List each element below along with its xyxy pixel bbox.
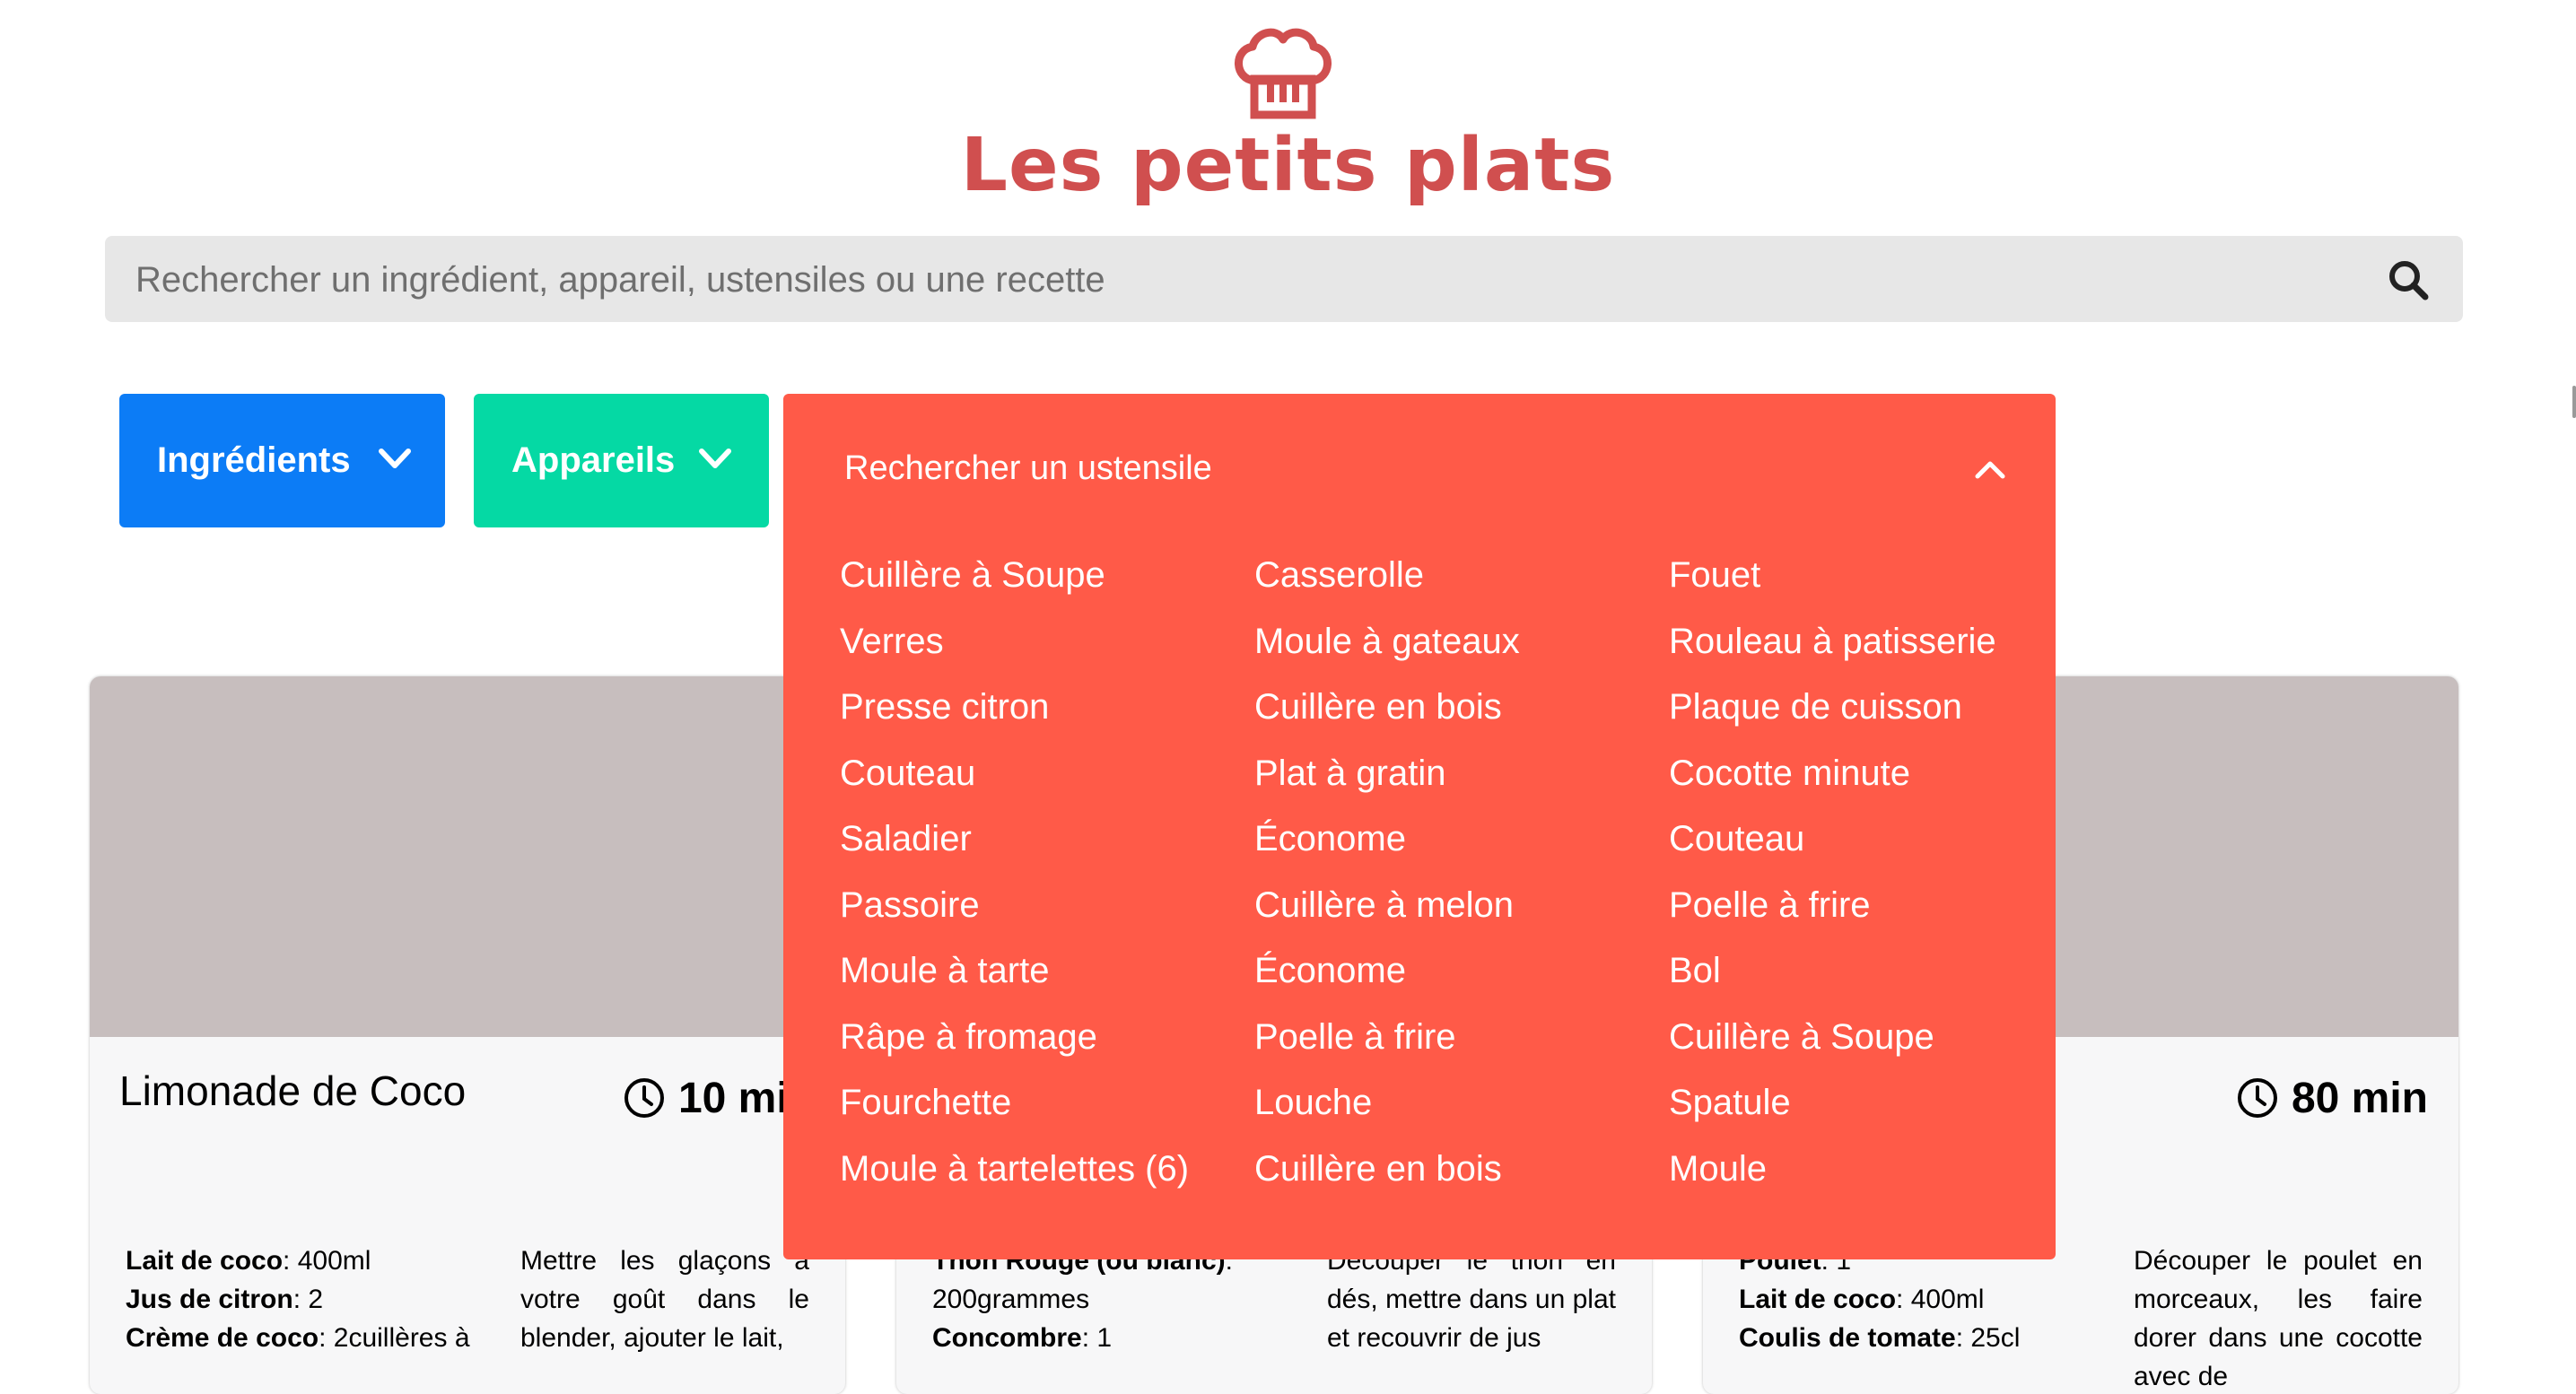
- ustensile-item[interactable]: Bol: [1669, 944, 2064, 1010]
- ustensile-item[interactable]: Passoire: [840, 878, 1235, 945]
- chef-hat-icon: [1235, 28, 1332, 119]
- recipe-ingredients: Lait de coco: 400ml Jus de citron: 2 Crè…: [126, 1242, 476, 1357]
- search-input[interactable]: [134, 236, 2362, 324]
- ustensile-item[interactable]: Moule: [1669, 1142, 2064, 1208]
- recipe-description: Mettre les glaçons à votre goût dans le …: [520, 1246, 809, 1353]
- ingredient-line: Jus de citron: 2: [126, 1285, 324, 1314]
- ustensile-item[interactable]: Cuillère en bois: [1254, 1142, 1649, 1208]
- search-bar: [105, 236, 2463, 324]
- ustensile-item[interactable]: Rouleau à patisserie: [1669, 614, 2064, 681]
- ingredient-line: Concombre: 1: [932, 1323, 1113, 1353]
- scrollbar-marker[interactable]: [2572, 386, 2576, 418]
- ingredient-line: Coulis de tomate: 25cl: [1739, 1323, 2021, 1353]
- ustensile-column: Casserolle Moule à gateaux Cuillère en b…: [1254, 548, 1649, 1207]
- ustensile-search-input[interactable]: [843, 440, 1833, 496]
- recipe-image: [90, 676, 845, 1037]
- ustensile-item[interactable]: Verres: [840, 614, 1235, 681]
- recipe-card[interactable]: Limonade de Coco 10 min Lait de coco: 40…: [90, 676, 845, 1394]
- recipe-title: Limonade de Coco: [119, 1067, 467, 1114]
- ingredient-line: Lait de coco: 400ml: [126, 1246, 371, 1276]
- appareils-filter-label: Appareils: [511, 440, 676, 480]
- ustensile-item[interactable]: Couteau: [840, 746, 1235, 813]
- ingredients-filter-label: Ingrédients: [157, 440, 351, 480]
- ustensile-item[interactable]: Plat à gratin: [1254, 746, 1649, 813]
- ingredient-line: Lait de coco: 400ml: [1739, 1285, 1985, 1314]
- ustensile-item[interactable]: Couteau: [1669, 812, 2064, 878]
- ustensile-item[interactable]: Râpe à fromage: [840, 1010, 1235, 1076]
- ustensile-item[interactable]: Moule à gateaux: [1254, 614, 1649, 681]
- ustensile-item[interactable]: Cuillère à melon: [1254, 878, 1649, 945]
- ustensile-item[interactable]: Cuillère à Soupe: [840, 548, 1235, 614]
- chevron-down-icon: [379, 449, 411, 468]
- ustensile-item[interactable]: Casserolle: [1254, 548, 1649, 614]
- ustensile-item[interactable]: Poelle à frire: [1669, 878, 2064, 945]
- ustensile-item[interactable]: Économe: [1254, 944, 1649, 1010]
- ustensile-item[interactable]: Plaque de cuisson: [1669, 680, 2064, 746]
- ingredient-line: Crème de coco: 2cuillères à: [126, 1323, 470, 1353]
- ustensile-item[interactable]: Saladier: [840, 812, 1235, 878]
- chevron-down-icon: [699, 449, 731, 468]
- ustensile-column: Fouet Rouleau à patisserie Plaque de cui…: [1669, 548, 2064, 1207]
- ustensile-item[interactable]: Fouet: [1669, 548, 2064, 614]
- ustensile-item[interactable]: Cuillère en bois: [1254, 680, 1649, 746]
- ingredients-filter-button[interactable]: Ingrédients: [119, 394, 445, 527]
- ustensile-item[interactable]: Moule à tarte: [840, 944, 1235, 1010]
- clock-icon: [2237, 1078, 2277, 1118]
- ustensile-item[interactable]: Cocotte minute: [1669, 746, 2064, 813]
- recipe-time-text: 80 min: [2291, 1074, 2428, 1122]
- ustensile-item[interactable]: Poelle à frire: [1254, 1010, 1649, 1076]
- ustensile-item[interactable]: Cuillère à Soupe: [1669, 1010, 2064, 1076]
- ustensile-item[interactable]: Louche: [1254, 1076, 1649, 1142]
- ustensile-item[interactable]: Économe: [1254, 812, 1649, 878]
- search-icon[interactable]: [2388, 259, 2429, 301]
- clock-icon: [624, 1078, 664, 1118]
- ustensile-item[interactable]: Presse citron: [840, 680, 1235, 746]
- recipe-time: 80 min: [2236, 1073, 2428, 1123]
- ustensile-item[interactable]: Fourchette: [840, 1076, 1235, 1142]
- ustensile-column: Cuillère à Soupe Verres Presse citron Co…: [840, 548, 1235, 1207]
- ustensile-item[interactable]: Spatule: [1669, 1076, 2064, 1142]
- ustensile-item[interactable]: Moule à tartelettes (6): [840, 1142, 1235, 1208]
- recipe-description: Découper le poulet en morceaux, les fair…: [2134, 1246, 2423, 1391]
- ustensiles-dropdown: Cuillère à Soupe Verres Presse citron Co…: [783, 394, 2056, 1259]
- ingredient-line: 200grammes: [932, 1285, 1090, 1314]
- appareils-filter-button[interactable]: Appareils: [474, 394, 769, 527]
- chevron-up-icon[interactable]: [1974, 458, 2006, 480]
- site-title: Les petits plats: [960, 123, 1616, 208]
